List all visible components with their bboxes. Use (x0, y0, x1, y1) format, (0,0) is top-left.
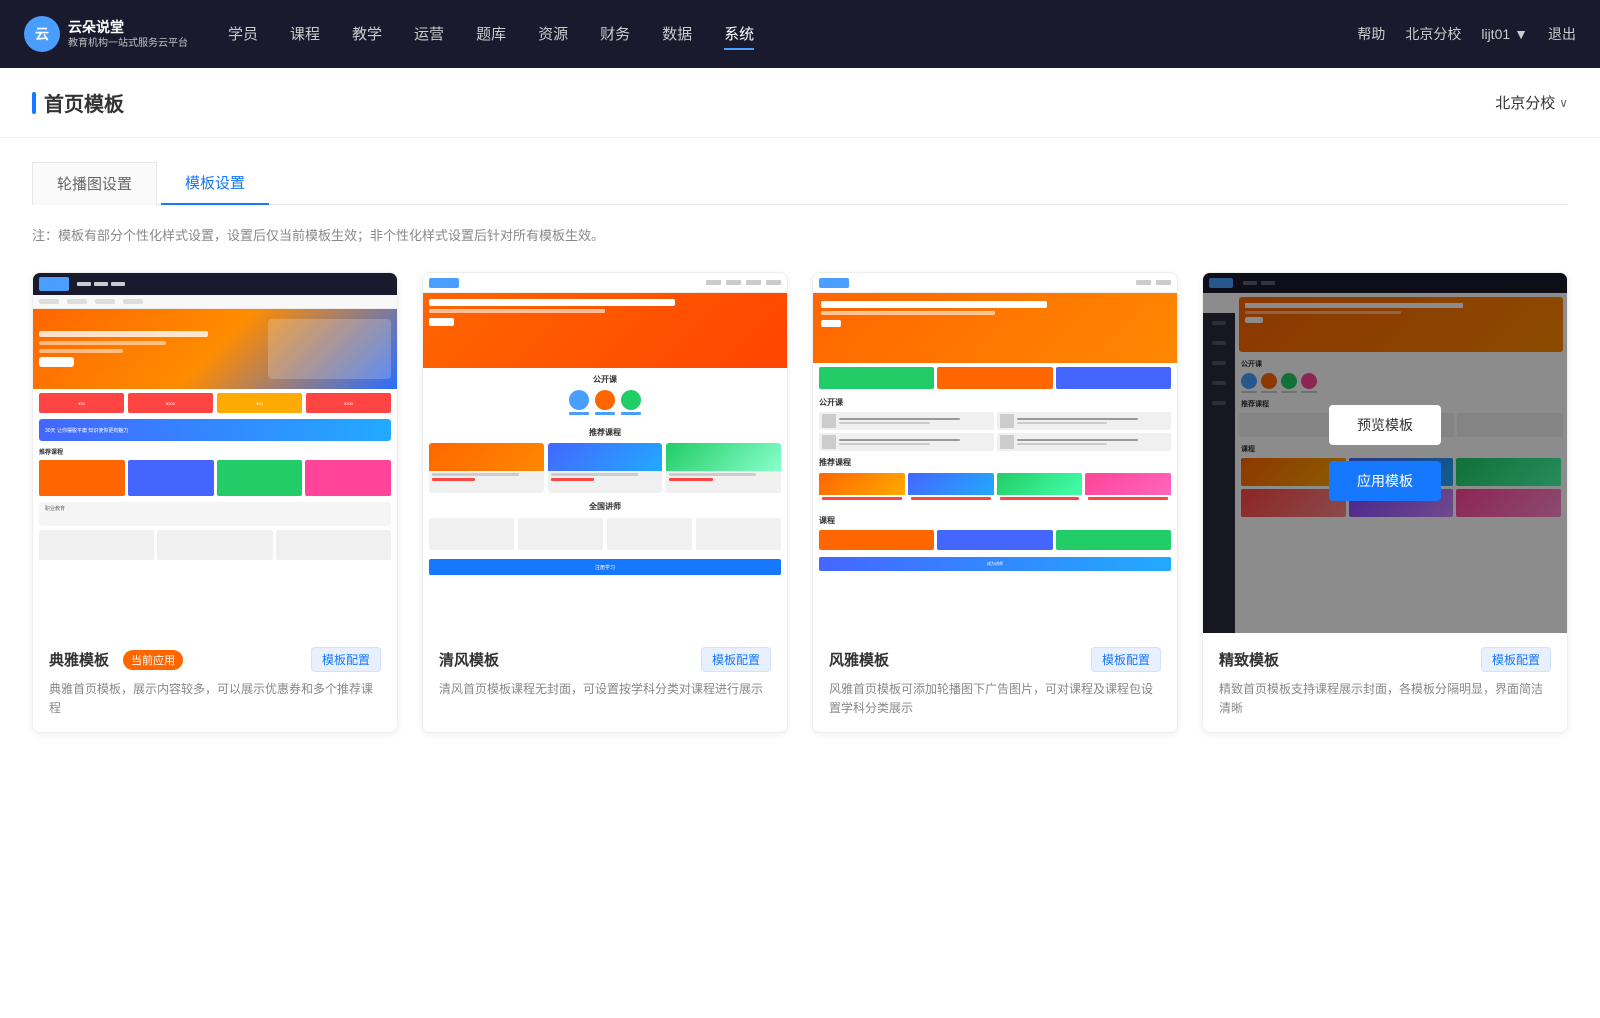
nav-right: 帮助 北京分校 lijt01 ▼ 退出 (1357, 24, 1576, 44)
btn-apply-1[interactable]: 应用模板 (159, 461, 271, 501)
template-card-3: 公开课 (812, 272, 1178, 733)
template-grid: ¥30 ¥200 ¥30 ¥200 30天 让你摆脱平庸 知识使你更有魅力 推荐… (32, 272, 1568, 733)
tab-template[interactable]: 模板设置 (161, 162, 269, 205)
tab-carousel[interactable]: 轮播图设置 (32, 162, 157, 205)
title-bar-accent (32, 92, 36, 114)
chevron-down-icon: ∨ (1559, 96, 1568, 110)
nav-item-operations[interactable]: 运营 (414, 19, 444, 50)
nav-item-data[interactable]: 数据 (662, 19, 692, 50)
template-desc-3: 风雅首页模板可添加轮播图下广告图片，可对课程及课程包设置学科分类展示 (829, 680, 1161, 718)
template-name-3: 风雅模板 (829, 649, 889, 670)
tabs: 轮播图设置 模板设置 (32, 162, 1568, 205)
page-header: 首页模板 北京分校 ∨ (0, 68, 1600, 138)
template-name-4: 精致模板 (1219, 649, 1279, 670)
badge-current-1: 当前应用 (123, 650, 183, 670)
nav-item-student[interactable]: 学员 (228, 19, 258, 50)
btn-preview-2[interactable]: 预览模板 (549, 405, 661, 445)
btn-preview-4[interactable]: 预览模板 (1329, 405, 1441, 445)
logo-text-secondary: 教育机构一站式服务云平台 (68, 37, 188, 50)
template-desc-2: 清风首页模板课程无封面，可设置按学科分类对课程进行展示 (439, 680, 771, 699)
nav-school[interactable]: 北京分校 (1405, 24, 1461, 44)
btn-config-4[interactable]: 模板配置 (1481, 647, 1551, 672)
nav-item-resources[interactable]: 资源 (538, 19, 568, 50)
logo-text-primary: 云朵说堂 (68, 18, 188, 36)
school-selector[interactable]: 北京分校 ∨ (1495, 92, 1568, 113)
btn-apply-4[interactable]: 应用模板 (1329, 461, 1441, 501)
btn-config-1[interactable]: 模板配置 (311, 647, 381, 672)
template-preview-3[interactable]: 公开课 (813, 273, 1177, 633)
nav-menu: 学员 课程 教学 运营 题库 资源 财务 数据 系统 (228, 19, 1357, 50)
nav-item-system[interactable]: 系统 (724, 19, 754, 50)
template-preview-2[interactable]: 公开课 (423, 273, 787, 633)
template-desc-1: 典雅首页模板，展示内容较多，可以展示优惠券和多个推荐课程 (49, 680, 381, 718)
nav-item-course[interactable]: 课程 (290, 19, 320, 50)
nav-help[interactable]: 帮助 (1357, 24, 1385, 44)
btn-apply-2[interactable]: 应用模板 (549, 461, 661, 501)
template-card-4: 公开课 推荐课程 (1202, 272, 1568, 733)
template-note: 注：模板有部分个性化样式设置，设置后仅当前模板生效；非个性化样式设置后针对所有模… (32, 225, 1568, 244)
template-desc-4: 精致首页模板支持课程展示封面，各模板分隔明显，界面简洁清晰 (1219, 680, 1551, 718)
template-name-2: 清风模板 (439, 649, 499, 670)
nav-item-questions[interactable]: 题库 (476, 19, 506, 50)
nav-item-finance[interactable]: 财务 (600, 19, 630, 50)
preview-overlay-4: 预览模板 应用模板 (1203, 273, 1567, 633)
page-title: 首页模板 (44, 88, 124, 117)
template-preview-4[interactable]: 公开课 推荐课程 (1203, 273, 1567, 633)
nav-item-teaching[interactable]: 教学 (352, 19, 382, 50)
btn-config-3[interactable]: 模板配置 (1091, 647, 1161, 672)
navbar: 云 云朵说堂 教育机构一站式服务云平台 学员 课程 教学 运营 题库 资源 财务… (0, 0, 1600, 68)
template-card-2: 公开课 (422, 272, 788, 733)
btn-preview-3[interactable]: 预览模板 (939, 405, 1051, 445)
nav-logout[interactable]: 退出 (1548, 24, 1576, 44)
logo-icon: 云 (24, 16, 60, 52)
template-name-1: 典雅模板 (49, 649, 109, 670)
template-preview-1[interactable]: ¥30 ¥200 ¥30 ¥200 30天 让你摆脱平庸 知识使你更有魅力 推荐… (33, 273, 397, 633)
content-area: 轮播图设置 模板设置 注：模板有部分个性化样式设置，设置后仅当前模板生效；非个性… (0, 138, 1600, 1018)
logo[interactable]: 云 云朵说堂 教育机构一站式服务云平台 (24, 16, 188, 52)
nav-user[interactable]: lijt01 ▼ (1481, 26, 1528, 42)
btn-apply-3[interactable]: 应用模板 (939, 461, 1051, 501)
btn-config-2[interactable]: 模板配置 (701, 647, 771, 672)
template-card-1: ¥30 ¥200 ¥30 ¥200 30天 让你摆脱平庸 知识使你更有魅力 推荐… (32, 272, 398, 733)
btn-preview-1[interactable]: 预览模板 (159, 405, 271, 445)
